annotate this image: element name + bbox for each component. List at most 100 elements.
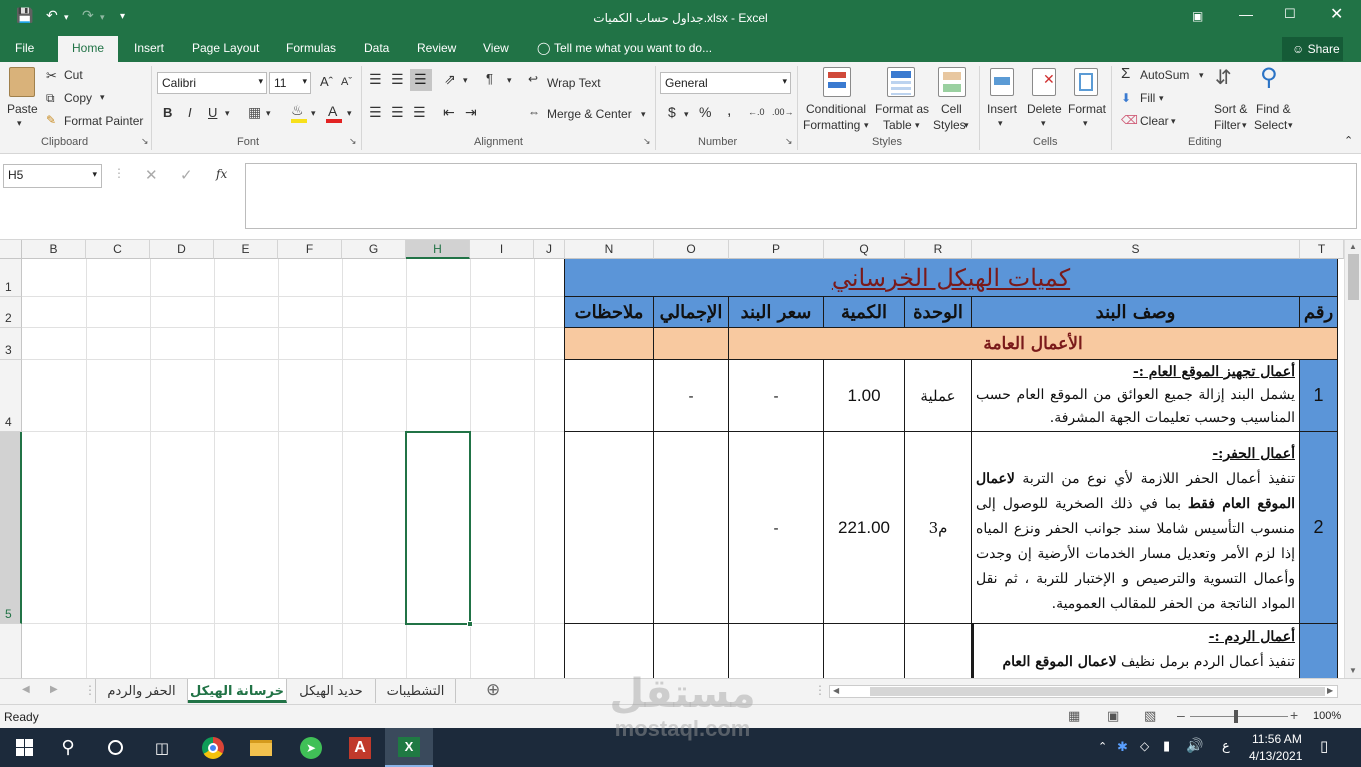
cancel-formula-icon[interactable]: ✕	[145, 166, 158, 184]
tab-insert[interactable]: Insert	[134, 41, 164, 55]
ribbon-display-icon[interactable]: ▣	[1192, 9, 1203, 23]
file-explorer-icon[interactable]	[237, 728, 285, 767]
column-header-f[interactable]: F	[278, 240, 342, 259]
column-header-n[interactable]: N	[565, 240, 654, 259]
new-sheet-icon[interactable]: ⊕	[486, 680, 500, 700]
sort-filter-button[interactable]: Sort &	[1214, 102, 1247, 116]
column-header-q[interactable]: Q	[824, 240, 905, 259]
row-header-1[interactable]: 1	[0, 259, 22, 297]
font-size-select[interactable]: 11 ▾	[269, 72, 311, 94]
grow-font-icon[interactable]: Aˆ	[320, 74, 333, 89]
align-top-icon[interactable]: ☰	[369, 71, 382, 88]
currency-dropdown-icon[interactable]: ▾	[684, 109, 689, 120]
borders-icon[interactable]: ▦	[248, 104, 261, 121]
align-middle-icon[interactable]: ☰	[391, 71, 404, 88]
zoom-slider[interactable]	[1190, 716, 1288, 717]
battery-icon[interactable]: ▮	[1163, 738, 1170, 754]
row-header-2[interactable]: 2	[0, 297, 22, 328]
row-header-5[interactable]: 5	[0, 432, 22, 624]
underline-button[interactable]: U	[208, 105, 217, 120]
underline-dropdown-icon[interactable]: ▾	[225, 108, 230, 119]
fill-handle[interactable]	[467, 621, 473, 627]
input-language[interactable]: ع	[1222, 738, 1230, 754]
clock-date[interactable]: 4/13/2021	[1249, 749, 1302, 763]
shrink-font-icon[interactable]: Aˇ	[341, 76, 352, 88]
insert-cells-button[interactable]: Insert	[987, 102, 1017, 116]
share-button[interactable]: ☺ Share	[1282, 37, 1343, 61]
orientation-icon[interactable]: ⇗	[444, 71, 456, 88]
clock-time[interactable]: 11:56 AM	[1252, 732, 1302, 746]
prev-sheet-icon[interactable]: ◀	[22, 684, 30, 695]
text-direction-icon[interactable]: ¶	[486, 71, 493, 86]
telegram-icon[interactable]: ➤	[287, 728, 335, 767]
clipboard-launcher-icon[interactable]: ↘	[141, 136, 149, 147]
decrease-decimal-icon[interactable]: .00→	[772, 107, 794, 117]
close-icon[interactable]: ✕	[1330, 4, 1343, 24]
font-launcher-icon[interactable]: ↘	[349, 136, 357, 147]
column-header-g[interactable]: G	[342, 240, 406, 259]
spreadsheet-grid[interactable]: B C D E F G H I J N O P Q R S T 1 2 3 4 …	[0, 240, 1344, 678]
wrap-text-button[interactable]: Wrap Text	[547, 76, 601, 90]
autosum-button[interactable]: AutoSum	[1140, 68, 1189, 82]
tab-data[interactable]: Data	[364, 41, 389, 55]
autosum-dropdown-icon[interactable]: ▾	[1199, 70, 1204, 81]
tray-chevron-icon[interactable]: ⌃	[1098, 740, 1107, 753]
delete-dropdown-icon[interactable]: ▾	[1041, 118, 1046, 129]
format-dropdown-icon[interactable]: ▾	[1083, 118, 1088, 129]
cell-styles-dropdown-icon[interactable]: ▾	[964, 120, 969, 131]
copy-dropdown-icon[interactable]: ▾	[100, 92, 105, 103]
decrease-indent-icon[interactable]: ⇤	[443, 104, 455, 121]
vertical-scrollbar[interactable]: ▲ ▼	[1344, 240, 1361, 678]
task-view-icon[interactable]: ◫	[138, 728, 186, 767]
insert-function-button[interactable]: fx	[216, 167, 227, 181]
align-right-icon[interactable]: ☰	[413, 104, 426, 121]
paste-icon[interactable]	[9, 67, 35, 97]
windows-start-icon[interactable]	[0, 728, 48, 767]
percent-button[interactable]: %	[699, 104, 711, 120]
tab-page-layout[interactable]: Page Layout	[192, 41, 259, 55]
tab-home[interactable]: Home	[58, 36, 119, 62]
comma-button[interactable]: ,	[727, 102, 731, 120]
column-header-h[interactable]: H	[406, 240, 470, 259]
fill-color-dropdown-icon[interactable]: ▾	[311, 108, 316, 119]
tab-view[interactable]: View	[483, 41, 509, 55]
tab-file[interactable]: File	[15, 41, 34, 55]
number-format-select[interactable]: General ▾	[660, 72, 791, 94]
network-icon[interactable]: ◇	[1140, 739, 1149, 753]
bold-button[interactable]: B	[163, 105, 172, 120]
column-header-b[interactable]: B	[22, 240, 86, 259]
fill-color-icon[interactable]: ♨	[291, 102, 304, 119]
formula-input[interactable]	[245, 163, 1357, 229]
cut-button[interactable]: Cut	[64, 68, 83, 82]
borders-dropdown-icon[interactable]: ▾	[266, 108, 271, 119]
align-center-icon[interactable]: ☰	[391, 104, 404, 121]
increase-indent-icon[interactable]: ⇥	[465, 104, 477, 121]
confirm-formula-icon[interactable]: ✓	[180, 166, 193, 184]
zoom-level[interactable]: 100%	[1313, 710, 1341, 722]
cortana-icon[interactable]	[91, 728, 139, 767]
autocad-icon[interactable]: A	[336, 728, 384, 767]
zoom-slider-thumb[interactable]	[1234, 710, 1238, 723]
column-header-s[interactable]: S	[972, 240, 1300, 259]
collapse-ribbon-icon[interactable]: ⌃	[1344, 134, 1353, 147]
align-bottom-active[interactable]: ☰	[410, 69, 432, 91]
select-all-corner[interactable]	[0, 240, 22, 259]
conditional-formatting-button[interactable]: Conditional	[806, 102, 866, 116]
column-header-i[interactable]: I	[470, 240, 534, 259]
tab-review[interactable]: Review	[417, 41, 456, 55]
fill-button[interactable]: Fill	[1140, 91, 1155, 105]
zoom-in-icon[interactable]: +	[1290, 707, 1298, 723]
font-color-icon[interactable]: A	[328, 103, 337, 119]
font-color-dropdown-icon[interactable]: ▾	[347, 108, 352, 119]
italic-button[interactable]: I	[188, 105, 192, 120]
volume-icon[interactable]: 🔊	[1186, 737, 1203, 754]
column-header-t[interactable]: T	[1300, 240, 1344, 259]
selected-cell-h5[interactable]	[405, 431, 471, 625]
paste-button[interactable]: Paste	[7, 102, 38, 116]
page-break-view-icon[interactable]: ▧	[1144, 708, 1156, 724]
orientation-dropdown-icon[interactable]: ▾	[463, 75, 468, 86]
page-layout-view-icon[interactable]: ▣	[1107, 708, 1119, 724]
horizontal-scrollbar[interactable]: ◀ ▶	[829, 685, 1338, 698]
normal-view-icon[interactable]: ▦	[1068, 708, 1080, 724]
find-select-button[interactable]: Find &	[1256, 102, 1291, 116]
